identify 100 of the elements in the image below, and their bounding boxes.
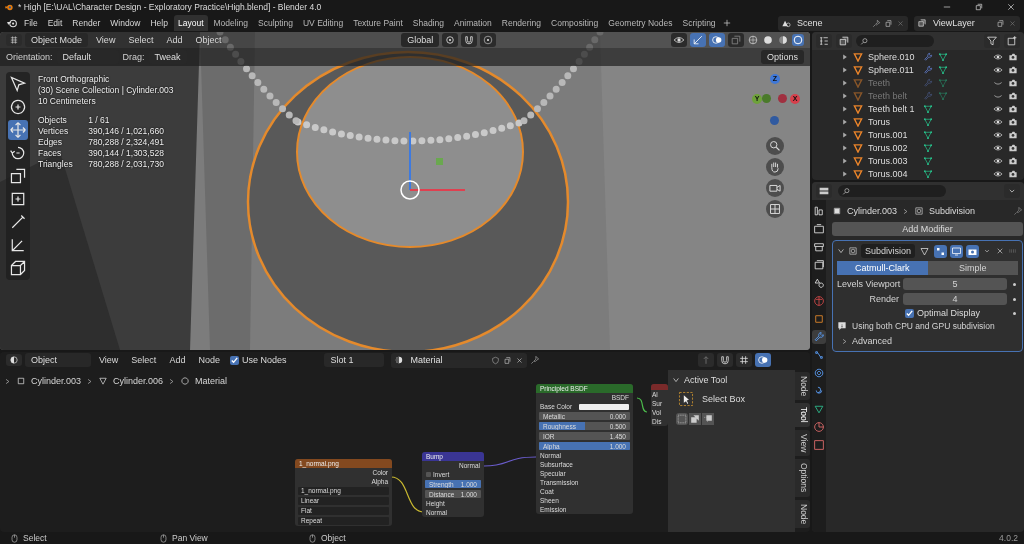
pin-icon[interactable] — [530, 355, 541, 365]
workspace-tab[interactable]: Modeling — [209, 15, 252, 31]
chevron-icon[interactable] — [841, 337, 848, 345]
eye-icon[interactable] — [993, 116, 1003, 127]
search-field[interactable] — [838, 185, 946, 197]
workspace-tab[interactable]: Animation — [449, 15, 496, 31]
outliner-item[interactable]: Torus — [868, 116, 918, 127]
add-modifier-button[interactable]: Add Modifier — [832, 222, 1024, 236]
camera-icon[interactable] — [1008, 103, 1018, 114]
pivot-icon[interactable] — [442, 33, 459, 47]
magnet-icon[interactable] — [461, 33, 478, 47]
properties-tab-icon[interactable] — [812, 366, 826, 380]
tool-icon[interactable] — [8, 166, 28, 186]
scene-field[interactable]: Scene — [778, 15, 908, 31]
eye-icon[interactable] — [993, 64, 1003, 75]
menu-item[interactable]: Select — [126, 353, 162, 367]
filter-view-icon[interactable] — [836, 34, 852, 48]
select-new-icon[interactable] — [676, 413, 688, 425]
tool-icon[interactable] — [8, 74, 28, 94]
eye-icon[interactable] — [993, 155, 1003, 166]
display-mode-icon[interactable] — [816, 34, 832, 48]
outliner-item[interactable]: Torus.002 — [868, 142, 918, 153]
chevron-icon[interactable] — [837, 247, 845, 255]
shield-icon[interactable] — [491, 355, 501, 365]
material-field[interactable]: Material — [391, 352, 528, 368]
solid-shading-icon[interactable] — [762, 34, 774, 46]
wireframe-shading-icon[interactable] — [747, 34, 759, 46]
sidebar-tab[interactable]: Node — [795, 372, 810, 401]
properties-tab-icon[interactable] — [812, 330, 826, 344]
outliner-item[interactable]: Torus.001 — [868, 129, 918, 140]
eye-icon[interactable] — [993, 168, 1003, 179]
breadcrumb-item[interactable]: Cylinder.003 — [31, 376, 82, 386]
copy-icon[interactable] — [996, 18, 1005, 28]
orientation-dropdown[interactable]: Global — [401, 33, 440, 47]
menu-item[interactable]: Object — [190, 33, 227, 47]
camera-icon[interactable] — [766, 179, 784, 197]
properties-tab-icon[interactable] — [812, 222, 826, 236]
new-collection-icon[interactable] — [1004, 34, 1020, 48]
sidebar-tab[interactable]: Tool — [795, 403, 810, 427]
mode-dropdown[interactable]: Object Mode — [25, 33, 89, 47]
mesh-data-icon[interactable] — [923, 129, 933, 140]
viewport-toggle-icon[interactable] — [950, 244, 964, 258]
workspace-tab[interactable]: Scripting — [678, 15, 720, 31]
view-layer-field[interactable]: ViewLayer — [914, 15, 1020, 31]
render-toggle-icon[interactable] — [966, 244, 980, 258]
workspace-tab[interactable]: Layout — [173, 15, 208, 31]
properties-tab-icon[interactable] — [812, 276, 826, 290]
eye-icon[interactable] — [993, 129, 1003, 140]
menu-item[interactable]: Add — [161, 33, 188, 47]
copy-icon[interactable] — [503, 355, 513, 365]
pin-icon[interactable] — [872, 18, 881, 28]
overlay-toggle-icon[interactable] — [755, 353, 771, 367]
menu-item[interactable]: Render — [68, 16, 105, 30]
mesh-data-icon[interactable] — [923, 155, 933, 166]
outliner-item[interactable]: Teeth belt 1 — [868, 103, 918, 114]
visibility-icon[interactable] — [671, 33, 687, 47]
menu-item[interactable]: View — [94, 353, 124, 367]
wrench-icon[interactable] — [923, 64, 933, 75]
mesh-data-icon[interactable] — [923, 103, 933, 114]
menu-item[interactable]: Window — [106, 16, 145, 30]
use-nodes-checkbox[interactable]: Use Nodes — [227, 355, 289, 365]
restore-icon[interactable] — [974, 2, 984, 12]
menu-item[interactable]: View — [91, 33, 121, 47]
editor-type-button[interactable] — [6, 34, 22, 46]
workspace-tab[interactable]: Geometry Nodes — [604, 15, 677, 31]
advanced-subpanel[interactable]: Advanced — [852, 336, 893, 346]
camera-icon[interactable] — [1008, 155, 1018, 166]
menu-item[interactable]: Help — [146, 16, 172, 30]
outliner-item[interactable]: Sphere.011 — [868, 64, 918, 75]
mesh-data-icon[interactable] — [923, 116, 933, 127]
workspace-tab[interactable]: Compositing — [547, 15, 603, 31]
proportional-icon[interactable] — [480, 33, 497, 47]
camera-icon[interactable] — [1008, 129, 1018, 140]
mesh-data-icon[interactable] — [938, 51, 948, 62]
workspace-tab[interactable]: Texture Paint — [349, 15, 407, 31]
add-icon[interactable] — [721, 18, 732, 28]
menu-item[interactable]: Node — [193, 353, 225, 367]
select-subtract-icon[interactable] — [702, 413, 714, 425]
subdivision-type-option[interactable]: Simple — [927, 261, 1019, 275]
camera-icon[interactable] — [1008, 168, 1018, 179]
keyframe-dot[interactable] — [1013, 311, 1017, 315]
workspace-tab[interactable]: UV Editing — [298, 15, 348, 31]
parent-node-icon[interactable] — [698, 353, 714, 367]
overlay-toggle-icon[interactable] — [709, 33, 725, 47]
copy-icon[interactable] — [884, 18, 893, 28]
slot-dropdown[interactable]: Slot 1 — [324, 353, 385, 367]
menu-item[interactable]: File — [20, 16, 42, 30]
properties-tab-icon[interactable] — [812, 240, 826, 254]
magnet-icon[interactable] — [717, 353, 733, 367]
pin-icon[interactable] — [1013, 206, 1024, 216]
chevron-icon[interactable] — [672, 376, 680, 384]
tool-icon[interactable] — [8, 97, 28, 117]
rendered-shading-icon[interactable] — [792, 34, 804, 46]
options-dropdown[interactable]: Options — [760, 50, 804, 64]
menu-item[interactable]: Edit — [43, 16, 67, 30]
number-field[interactable]: 4 — [903, 293, 1008, 305]
modifier-name-field[interactable]: Subdivision — [861, 244, 916, 258]
optimal-display-checkbox[interactable]: Optimal Display — [903, 308, 1008, 318]
grid-icon[interactable] — [766, 200, 784, 218]
color-swatch[interactable] — [579, 403, 629, 410]
